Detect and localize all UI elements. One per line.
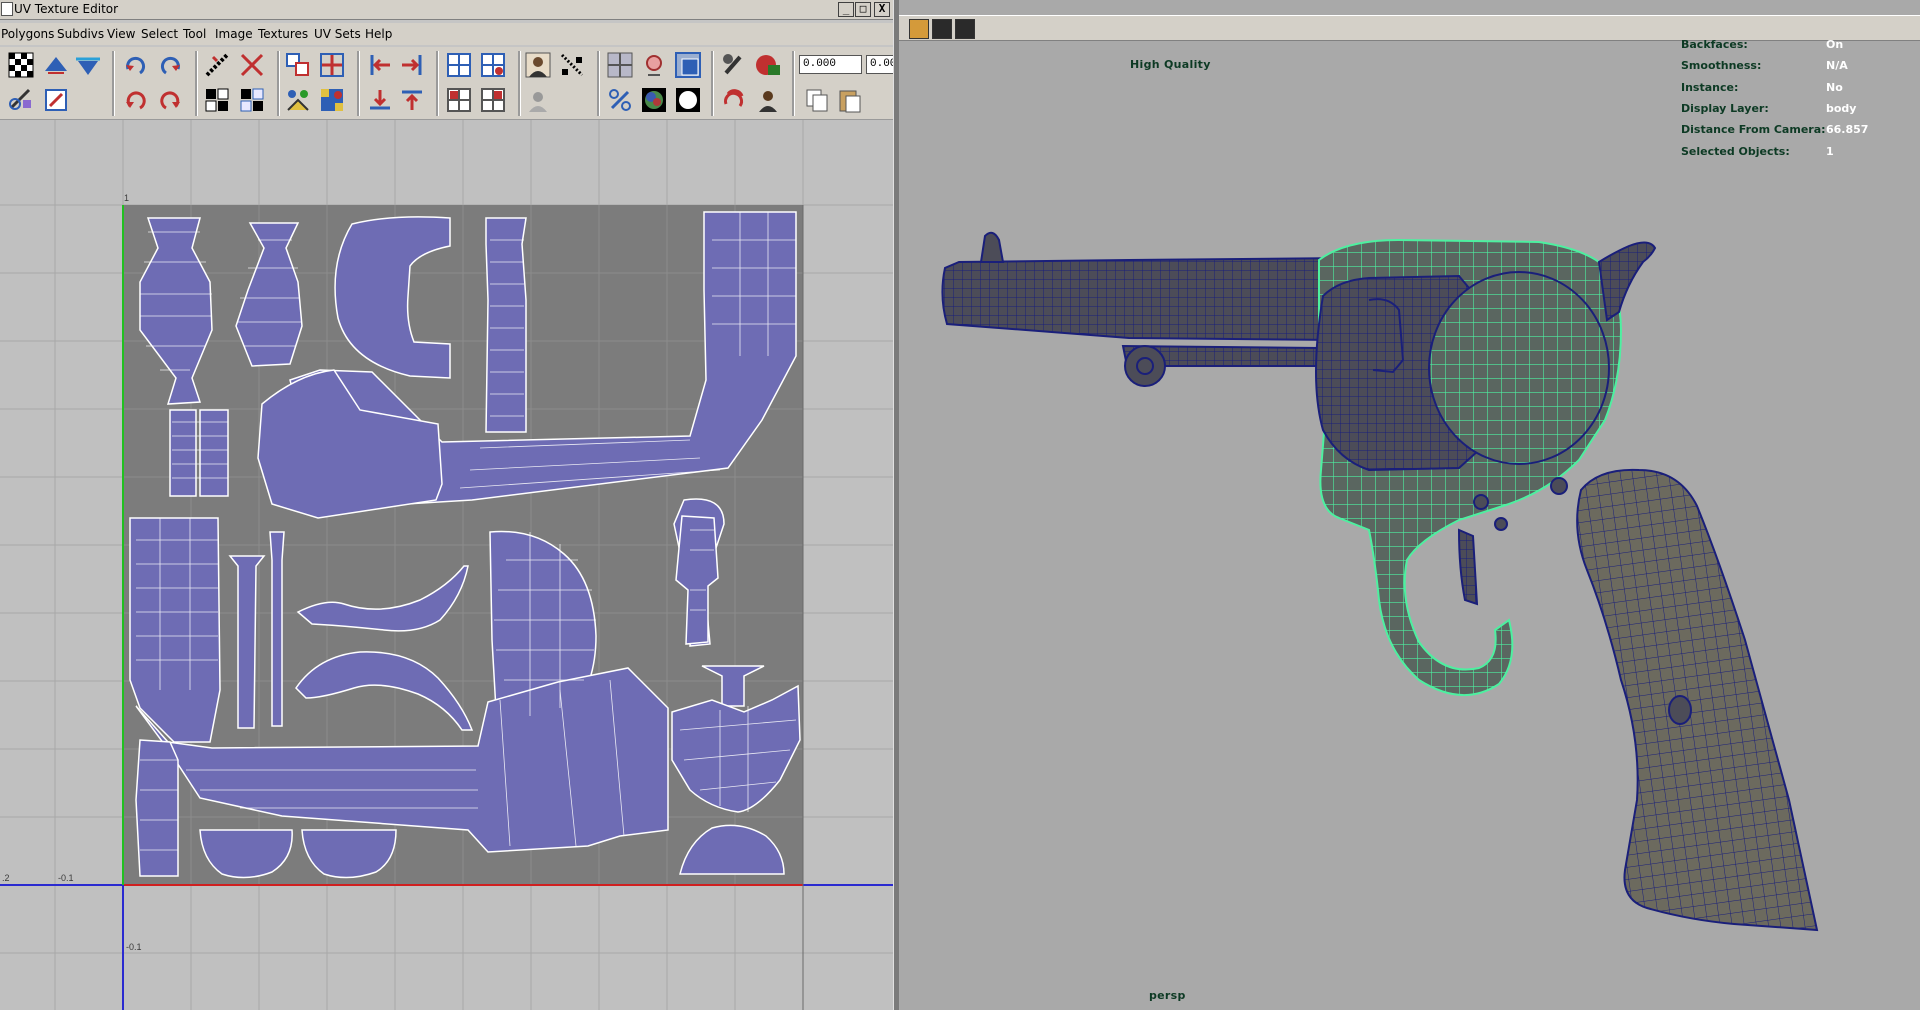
align-min-u-icon[interactable] xyxy=(366,51,394,79)
person-image-icon[interactable] xyxy=(524,51,552,79)
render-uv-icon[interactable] xyxy=(754,51,782,79)
uv-shell-pin-b xyxy=(269,531,285,727)
uv-editor-title: UV Texture Editor xyxy=(14,2,119,16)
revolver-grip xyxy=(1576,468,1819,932)
uv-editor-menubar: Polygons Subdivs View Select Tool Image … xyxy=(0,23,893,45)
window-icon xyxy=(1,2,13,16)
uv-canvas-drawing: 1 .2 -0.1 -0.1 xyxy=(0,120,893,1010)
revolver-model[interactable] xyxy=(899,0,1920,1010)
alpha-channel-icon[interactable] xyxy=(674,86,702,114)
menu-help[interactable]: Help xyxy=(365,27,392,41)
toolbar-separator xyxy=(518,86,521,116)
select-shell-icon[interactable] xyxy=(445,86,473,114)
toolbar-separator xyxy=(357,86,360,116)
paste-uv-icon[interactable] xyxy=(836,86,864,114)
layout-uv-icon[interactable] xyxy=(203,86,231,114)
uv-editor-toolbar: 0.000 0.00 xyxy=(0,47,893,120)
v-value-field[interactable]: 0.00 xyxy=(866,55,893,74)
menu-view[interactable]: View xyxy=(107,27,135,41)
toolbar-separator xyxy=(195,86,198,116)
cut-uv-icon[interactable] xyxy=(203,51,231,79)
u-value-field[interactable]: 0.000 xyxy=(799,55,862,74)
uv-smudge-icon[interactable] xyxy=(42,86,70,114)
menu-uv-sets[interactable]: UV Sets xyxy=(314,27,361,41)
color-channels-icon[interactable] xyxy=(640,86,668,114)
menu-textures[interactable]: Textures xyxy=(258,27,308,41)
recoil-shield xyxy=(1428,271,1610,465)
rotate-ccw-uv-icon[interactable] xyxy=(122,51,150,79)
frame-screw-1 xyxy=(1473,494,1489,510)
toolbar-separator xyxy=(597,86,600,116)
rotate-cw-uv-icon[interactable] xyxy=(156,51,184,79)
uv-texture-editor-panel: UV Texture Editor _ □ X Polygons Subdivs… xyxy=(0,0,893,1010)
relax-uv-icon[interactable] xyxy=(284,86,312,114)
normalize-uv-icon[interactable] xyxy=(318,86,346,114)
uv-shell-small-pair-a xyxy=(169,409,197,497)
flip-v-icon[interactable] xyxy=(74,51,102,79)
select-border-icon[interactable] xyxy=(479,86,507,114)
person-dark-icon[interactable] xyxy=(754,86,782,114)
move-sew-icon[interactable] xyxy=(284,51,312,79)
menu-subdivs[interactable]: Subdivs xyxy=(57,27,104,41)
uv-shell-small-pair-b xyxy=(199,409,229,497)
dither-icon[interactable] xyxy=(558,51,586,79)
shade-uv-icon[interactable] xyxy=(674,51,702,79)
checker-map-icon[interactable] xyxy=(7,51,35,79)
frame-screw-3 xyxy=(1550,477,1568,495)
unfold-uv-icon[interactable] xyxy=(238,86,266,114)
toolbar-separator xyxy=(792,86,795,116)
menu-tool[interactable]: Tool xyxy=(183,27,206,41)
menu-image[interactable]: Image xyxy=(215,27,253,41)
uv-percentage-icon[interactable] xyxy=(606,86,634,114)
axis-label-left-neg-01: -0.1 xyxy=(58,873,74,883)
axis-label-top: 1 xyxy=(124,193,129,203)
image-person-gray-icon[interactable] xyxy=(524,86,552,114)
maximize-button[interactable]: □ xyxy=(855,2,871,17)
toolbar-separator xyxy=(711,86,714,116)
pixel-snap-icon[interactable] xyxy=(640,51,668,79)
persp-viewport[interactable]: High Quality persp Backfaces: On Smoothn… xyxy=(899,0,1920,1010)
revolver-barrel xyxy=(941,256,1351,342)
rotate-right-icon[interactable] xyxy=(156,86,184,114)
update-psd-icon[interactable] xyxy=(720,86,748,114)
minimize-button[interactable]: _ xyxy=(838,2,854,17)
revolver-trigger xyxy=(1457,528,1479,606)
grip-screw xyxy=(1668,695,1692,725)
uv-shell-barrel xyxy=(129,517,221,743)
display-grid-icon[interactable] xyxy=(606,51,634,79)
align-max-v-icon[interactable] xyxy=(398,86,426,114)
front-sight xyxy=(979,231,1005,263)
uv-editor-titlebar: UV Texture Editor _ □ X xyxy=(0,0,893,20)
align-min-v-icon[interactable] xyxy=(366,86,394,114)
menu-select[interactable]: Select xyxy=(141,27,178,41)
toolbar-separator xyxy=(277,86,280,116)
uv-lattice-icon[interactable] xyxy=(7,86,35,114)
copy-uv-icon[interactable] xyxy=(803,86,831,114)
toolbar-separator xyxy=(436,86,439,116)
axis-label-below-neg-01: -0.1 xyxy=(126,942,142,952)
close-button[interactable]: X xyxy=(874,2,890,17)
revolver-hammer xyxy=(1597,241,1657,322)
uv-shell-strip-tall xyxy=(485,217,527,433)
frame-screw-2 xyxy=(1494,517,1508,531)
snap-uv-icon[interactable] xyxy=(479,51,507,79)
flip-u-icon[interactable] xyxy=(42,51,70,79)
rotate-left-icon[interactable] xyxy=(122,86,150,114)
toolbar-separator xyxy=(112,86,115,116)
sew-uv-icon[interactable] xyxy=(238,51,266,79)
align-max-u-icon[interactable] xyxy=(398,51,426,79)
paint-effects-icon[interactable] xyxy=(720,51,748,79)
menu-polygons[interactable]: Polygons xyxy=(1,27,54,41)
ejector-knob xyxy=(1124,345,1166,387)
grid-uv-icon[interactable] xyxy=(445,51,473,79)
split-uv-icon[interactable] xyxy=(318,51,346,79)
axis-label-left-neg-02: .2 xyxy=(2,873,10,883)
